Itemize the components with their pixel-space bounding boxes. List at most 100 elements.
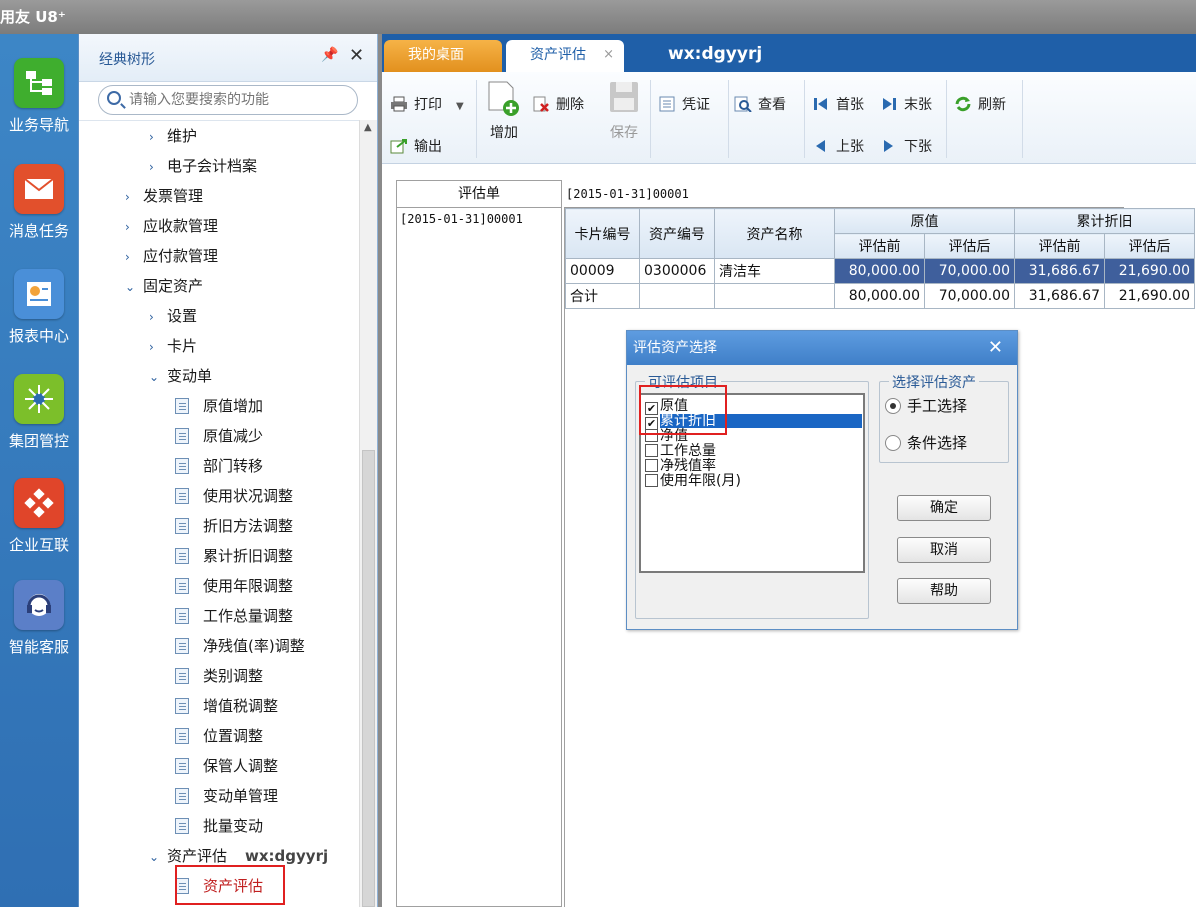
col-header[interactable]: 资产编号 <box>639 208 715 259</box>
tree-item-receivable[interactable]: › 应收款管理 <box>125 211 218 241</box>
tree-item-leaf[interactable]: 批量变动 <box>175 811 263 841</box>
app-business-nav[interactable]: 业务导航 <box>0 58 78 135</box>
tree-list: › 维护 › 电子会计档案 › 发票管理 › 应收款管理 › 应付款管理 ⌄ 固定资产 › 设… <box>79 120 359 907</box>
table-cell[interactable]: 70,000.00 <box>924 258 1015 284</box>
col-header[interactable]: 评估后 <box>1104 233 1195 259</box>
tree-item-maintain[interactable]: › 维护 <box>149 121 197 151</box>
export-button[interactable]: 输出 <box>390 136 442 156</box>
tree-item-e-archive[interactable]: › 电子会计档案 <box>149 151 257 181</box>
scroll-up-icon[interactable]: ▲ <box>364 122 372 133</box>
tree-item-leaf[interactable]: 净残值(率)调整 <box>175 631 305 661</box>
tree-item-leaf[interactable]: 增值税调整 <box>175 691 278 721</box>
checkbox-item[interactable]: 净残值率 <box>645 459 716 474</box>
tree-item-fixed-assets[interactable]: ⌄ 固定资产 <box>125 271 203 301</box>
first-button[interactable]: 首张 <box>812 94 864 114</box>
checkbox-item[interactable]: 工作总量 <box>645 444 716 459</box>
radio-manual[interactable]: 手工选择 <box>885 395 967 416</box>
scroll-thumb[interactable] <box>362 450 375 907</box>
chevron-down-icon: ⌄ <box>149 850 160 864</box>
toolbar-separator <box>728 80 729 158</box>
table-cell[interactable]: 0300006 <box>639 258 715 284</box>
tree-item-leaf[interactable]: 使用年限调整 <box>175 571 293 601</box>
tree-item-cards[interactable]: › 卡片 <box>149 331 197 361</box>
app-enterprise-connect[interactable]: 企业互联 <box>0 478 78 555</box>
bill-list <box>396 180 562 907</box>
table-cell[interactable]: 31,686.67 <box>1014 258 1105 284</box>
next-button[interactable]: 下张 <box>880 136 932 156</box>
tree-item-leaf[interactable]: 类别调整 <box>175 661 263 691</box>
tab-asset-eval[interactable]: 资产评估 × <box>506 40 624 72</box>
tree-item-leaf[interactable]: 累计折旧调整 <box>175 541 293 571</box>
help-button[interactable]: 帮助 <box>897 578 991 604</box>
tab-my-desktop[interactable]: 我的桌面 <box>384 40 502 72</box>
document-icon <box>175 518 189 534</box>
bill-list-item[interactable]: [2015-01-31]00001 <box>400 212 523 226</box>
refresh-button[interactable]: 刷新 <box>954 94 1006 114</box>
col-header[interactable]: 评估后 <box>924 233 1015 259</box>
col-header[interactable]: 累计折旧 <box>1014 208 1195 234</box>
tree-item-leaf[interactable]: 原值减少 <box>175 421 263 451</box>
col-header[interactable]: 卡片编号 <box>565 208 640 259</box>
tree-item-leaf[interactable]: 部门转移 <box>175 451 263 481</box>
cancel-button[interactable]: 取消 <box>897 537 991 563</box>
close-icon[interactable]: ✕ <box>988 331 1003 365</box>
tree-item-leaf[interactable]: 使用状况调整 <box>175 481 293 511</box>
last-page-icon <box>883 98 896 110</box>
app-message-task[interactable]: 消息任务 <box>0 164 78 241</box>
dropdown-arrow-icon[interactable]: ▼ <box>456 101 464 112</box>
tree-item-leaf[interactable]: 保管人调整 <box>175 751 278 781</box>
col-header[interactable]: 原值 <box>834 208 1015 234</box>
app-label: 智能客服 <box>8 638 69 656</box>
document-icon <box>175 608 189 624</box>
print-button[interactable]: 打印 ▼ <box>390 94 464 114</box>
col-header[interactable]: 资产名称 <box>714 208 835 259</box>
tree-item-invoice[interactable]: › 发票管理 <box>125 181 203 211</box>
radio-button[interactable] <box>885 435 901 451</box>
tree-panel: 经典树形 📌 ✕ ›维护 ›电子会计档案 ›发票管理 ›应收款管理 ›应付款管理… <box>78 34 378 907</box>
voucher-button[interactable]: 凭证 <box>658 94 710 114</box>
pin-icon[interactable]: 📌 <box>321 47 338 63</box>
tree-item-leaf[interactable]: 工作总量调整 <box>175 601 293 631</box>
table-row[interactable]: 00009 0300006 清洁车 80,000.00 70,000.00 31… <box>565 258 1195 284</box>
document-icon <box>175 458 189 474</box>
table-cell[interactable]: 00009 <box>565 258 640 284</box>
search-box[interactable] <box>98 85 358 115</box>
tree-item-change-bill[interactable]: ⌄ 变动单 <box>149 361 212 391</box>
table-cell[interactable]: 清洁车 <box>714 258 835 284</box>
export-icon <box>390 139 407 154</box>
tree-scrollbar[interactable]: ▲ <box>359 120 377 907</box>
search-input[interactable] <box>129 90 349 110</box>
tree-item-leaf[interactable]: 原值增加 <box>175 391 263 421</box>
checkbox[interactable] <box>645 474 658 487</box>
tree-item-settings[interactable]: › 设置 <box>149 301 197 331</box>
delete-button[interactable]: 删除 <box>532 94 584 114</box>
app-smart-service[interactable]: 智能客服 <box>0 580 78 657</box>
radio-condition[interactable]: 条件选择 <box>885 432 967 453</box>
add-button[interactable]: 增加 <box>486 80 522 142</box>
table-cell[interactable]: 80,000.00 <box>834 258 925 284</box>
app-report-center[interactable]: 报表中心 <box>0 269 78 346</box>
table-cell[interactable]: 21,690.00 <box>1104 258 1195 284</box>
app-group-control[interactable]: 集团管控 <box>0 374 78 451</box>
save-button[interactable]: 保存 <box>606 80 642 142</box>
tree-item-leaf[interactable]: 折旧方法调整 <box>175 511 293 541</box>
checkbox-item[interactable]: 使用年限(月) <box>645 474 741 489</box>
first-page-icon <box>814 98 827 110</box>
col-header[interactable]: 评估前 <box>1014 233 1105 259</box>
checkbox[interactable] <box>645 444 658 457</box>
table-row-total[interactable]: 合计 80,000.00 70,000.00 31,686.67 21,690.… <box>565 283 1195 309</box>
close-icon[interactable]: × <box>603 40 614 70</box>
radio-button[interactable] <box>885 398 901 414</box>
prev-button[interactable]: 上张 <box>812 136 864 156</box>
ok-button[interactable]: 确定 <box>897 495 991 521</box>
close-icon[interactable]: ✕ <box>349 45 364 66</box>
last-button[interactable]: 末张 <box>880 94 932 114</box>
voucher-icon <box>659 96 675 112</box>
col-header[interactable]: 评估前 <box>834 233 925 259</box>
tree-item-leaf[interactable]: 位置调整 <box>175 721 263 751</box>
tree-item-payable[interactable]: › 应付款管理 <box>125 241 218 271</box>
tree-item-leaf[interactable]: 变动单管理 <box>175 781 278 811</box>
view-button[interactable]: 查看 <box>734 94 786 114</box>
checkbox[interactable] <box>645 459 658 472</box>
app-label: 业务导航 <box>8 116 69 134</box>
